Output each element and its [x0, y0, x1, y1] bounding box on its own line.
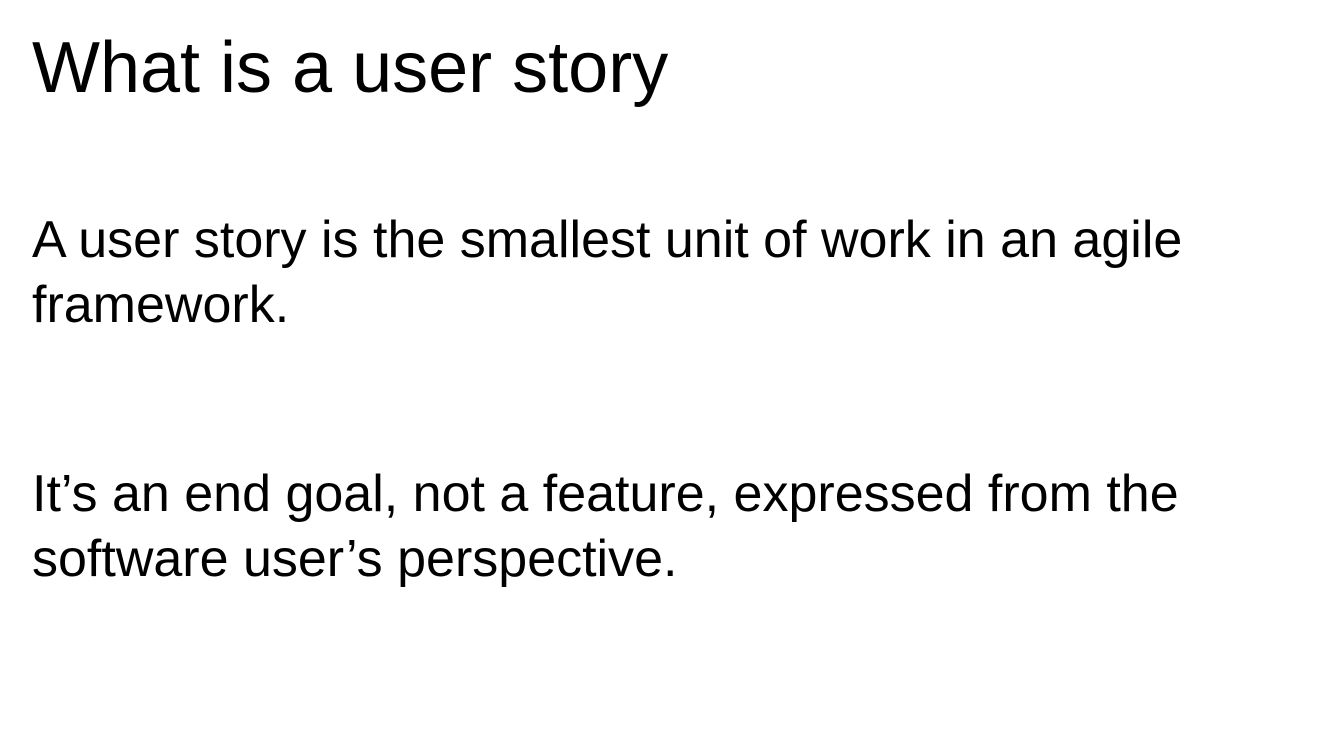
slide-paragraph-definition: A user story is the smallest unit of wor…	[32, 211, 1183, 334]
slide-title: What is a user story	[32, 28, 669, 108]
slide: What is a user story A user story is the…	[0, 0, 1335, 742]
slide-paragraph-end-goal: It’s an end goal, not a feature, express…	[32, 465, 1179, 588]
